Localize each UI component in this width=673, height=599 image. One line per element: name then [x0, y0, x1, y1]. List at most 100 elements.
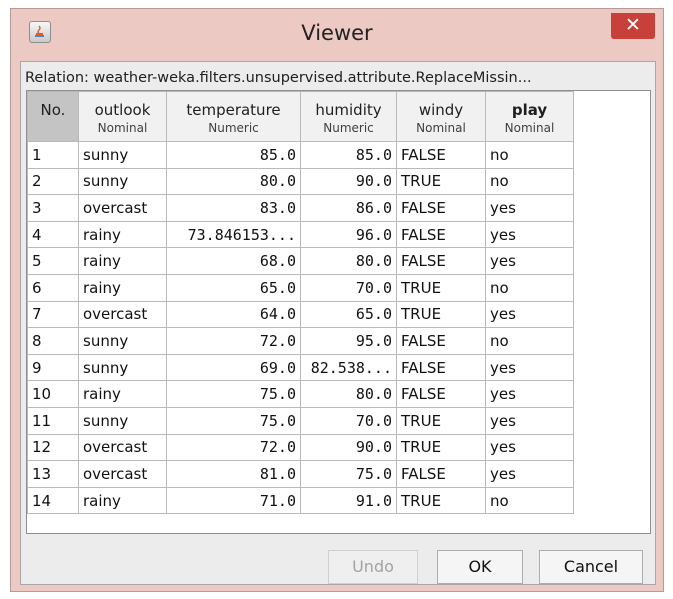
cell-play[interactable]: no: [485, 273, 574, 302]
table-row[interactable]: 4 rainy 73.846153... 96.0 FALSE yes: [27, 220, 574, 249]
cell-humidity[interactable]: 86.0: [300, 194, 397, 222]
column-header-windy[interactable]: windy Nominal: [396, 91, 486, 142]
cell-temperature[interactable]: 68.0: [166, 247, 301, 275]
cell-no[interactable]: 3: [27, 194, 79, 222]
cell-windy[interactable]: TRUE: [396, 167, 486, 196]
cell-no[interactable]: 9: [27, 353, 79, 382]
table-row[interactable]: 3 overcast 83.0 86.0 FALSE yes: [27, 194, 574, 222]
cell-temperature[interactable]: 71.0: [166, 486, 301, 515]
cell-temperature[interactable]: 80.0: [166, 167, 301, 196]
cell-play[interactable]: yes: [485, 194, 574, 222]
column-header-outlook[interactable]: outlook Nominal: [78, 91, 167, 142]
cell-outlook[interactable]: sunny: [78, 141, 167, 169]
cell-windy[interactable]: TRUE: [396, 273, 486, 302]
cell-outlook[interactable]: overcast: [78, 300, 167, 329]
cell-play[interactable]: yes: [485, 380, 574, 408]
cell-play[interactable]: yes: [485, 300, 574, 329]
cell-outlook[interactable]: rainy: [78, 380, 167, 408]
cell-temperature[interactable]: 81.0: [166, 460, 301, 488]
cell-play[interactable]: yes: [485, 460, 574, 488]
cell-humidity[interactable]: 90.0: [300, 167, 397, 196]
table-row[interactable]: 12 overcast 72.0 90.0 TRUE yes: [27, 433, 574, 462]
undo-button[interactable]: Undo: [328, 550, 418, 584]
cell-windy[interactable]: TRUE: [396, 486, 486, 515]
cell-humidity[interactable]: 75.0: [300, 460, 397, 488]
cell-no[interactable]: 8: [27, 327, 79, 355]
cell-temperature[interactable]: 73.846153...: [166, 220, 301, 249]
table-row[interactable]: 9 sunny 69.0 82.538... FALSE yes: [27, 353, 574, 382]
table-row[interactable]: 14 rainy 71.0 91.0 TRUE no: [27, 486, 574, 515]
column-header-no[interactable]: No.: [27, 91, 79, 142]
cell-no[interactable]: 14: [27, 486, 79, 515]
cell-outlook[interactable]: sunny: [78, 167, 167, 196]
cell-outlook[interactable]: overcast: [78, 433, 167, 462]
cell-no[interactable]: 13: [27, 460, 79, 488]
cell-humidity[interactable]: 96.0: [300, 220, 397, 249]
cell-no[interactable]: 2: [27, 167, 79, 196]
table-row[interactable]: 5 rainy 68.0 80.0 FALSE yes: [27, 247, 574, 275]
cell-windy[interactable]: TRUE: [396, 300, 486, 329]
cell-outlook[interactable]: overcast: [78, 460, 167, 488]
cell-windy[interactable]: FALSE: [396, 380, 486, 408]
cell-outlook[interactable]: sunny: [78, 353, 167, 382]
cell-play[interactable]: no: [485, 327, 574, 355]
data-table-panel[interactable]: No. outlook Nominal temperature Numeric: [26, 90, 651, 534]
cell-humidity[interactable]: 80.0: [300, 247, 397, 275]
cell-no[interactable]: 6: [27, 273, 79, 302]
cell-play[interactable]: yes: [485, 220, 574, 249]
cell-outlook[interactable]: rainy: [78, 273, 167, 302]
cell-temperature[interactable]: 64.0: [166, 300, 301, 329]
cell-play[interactable]: no: [485, 167, 574, 196]
cell-outlook[interactable]: rainy: [78, 220, 167, 249]
cell-temperature[interactable]: 75.0: [166, 406, 301, 435]
cell-play[interactable]: no: [485, 141, 574, 169]
close-button[interactable]: ✕: [611, 13, 655, 39]
cell-humidity[interactable]: 70.0: [300, 406, 397, 435]
cell-humidity[interactable]: 85.0: [300, 141, 397, 169]
cell-windy[interactable]: FALSE: [396, 141, 486, 169]
cell-windy[interactable]: FALSE: [396, 327, 486, 355]
cell-temperature[interactable]: 83.0: [166, 194, 301, 222]
cell-outlook[interactable]: sunny: [78, 406, 167, 435]
cell-no[interactable]: 7: [27, 300, 79, 329]
cell-temperature[interactable]: 85.0: [166, 141, 301, 169]
column-header-play[interactable]: play Nominal: [485, 91, 574, 142]
cancel-button[interactable]: Cancel: [539, 550, 643, 584]
cell-play[interactable]: no: [485, 486, 574, 515]
column-header-humidity[interactable]: humidity Numeric: [300, 91, 397, 142]
cell-outlook[interactable]: rainy: [78, 486, 167, 515]
cell-no[interactable]: 4: [27, 220, 79, 249]
cell-no[interactable]: 11: [27, 406, 79, 435]
cell-humidity[interactable]: 80.0: [300, 380, 397, 408]
cell-no[interactable]: 12: [27, 433, 79, 462]
cell-play[interactable]: yes: [485, 406, 574, 435]
cell-temperature[interactable]: 65.0: [166, 273, 301, 302]
cell-windy[interactable]: FALSE: [396, 220, 486, 249]
cell-temperature[interactable]: 72.0: [166, 433, 301, 462]
cell-windy[interactable]: TRUE: [396, 406, 486, 435]
cell-windy[interactable]: TRUE: [396, 433, 486, 462]
cell-humidity[interactable]: 82.538...: [300, 353, 397, 382]
cell-play[interactable]: yes: [485, 247, 574, 275]
cell-windy[interactable]: FALSE: [396, 460, 486, 488]
cell-temperature[interactable]: 69.0: [166, 353, 301, 382]
table-row[interactable]: 7 overcast 64.0 65.0 TRUE yes: [27, 300, 574, 329]
cell-no[interactable]: 1: [27, 141, 79, 169]
table-row[interactable]: 10 rainy 75.0 80.0 FALSE yes: [27, 380, 574, 408]
cell-humidity[interactable]: 65.0: [300, 300, 397, 329]
table-row[interactable]: 2 sunny 80.0 90.0 TRUE no: [27, 167, 574, 196]
cell-temperature[interactable]: 72.0: [166, 327, 301, 355]
title-bar[interactable]: Viewer ✕: [11, 9, 663, 57]
cell-outlook[interactable]: sunny: [78, 327, 167, 355]
cell-windy[interactable]: FALSE: [396, 353, 486, 382]
cell-play[interactable]: yes: [485, 353, 574, 382]
cell-outlook[interactable]: overcast: [78, 194, 167, 222]
cell-humidity[interactable]: 70.0: [300, 273, 397, 302]
cell-humidity[interactable]: 90.0: [300, 433, 397, 462]
table-row[interactable]: 1 sunny 85.0 85.0 FALSE no: [27, 141, 574, 169]
cell-no[interactable]: 10: [27, 380, 79, 408]
cell-temperature[interactable]: 75.0: [166, 380, 301, 408]
table-row[interactable]: 8 sunny 72.0 95.0 FALSE no: [27, 327, 574, 355]
cell-windy[interactable]: FALSE: [396, 247, 486, 275]
cell-windy[interactable]: FALSE: [396, 194, 486, 222]
